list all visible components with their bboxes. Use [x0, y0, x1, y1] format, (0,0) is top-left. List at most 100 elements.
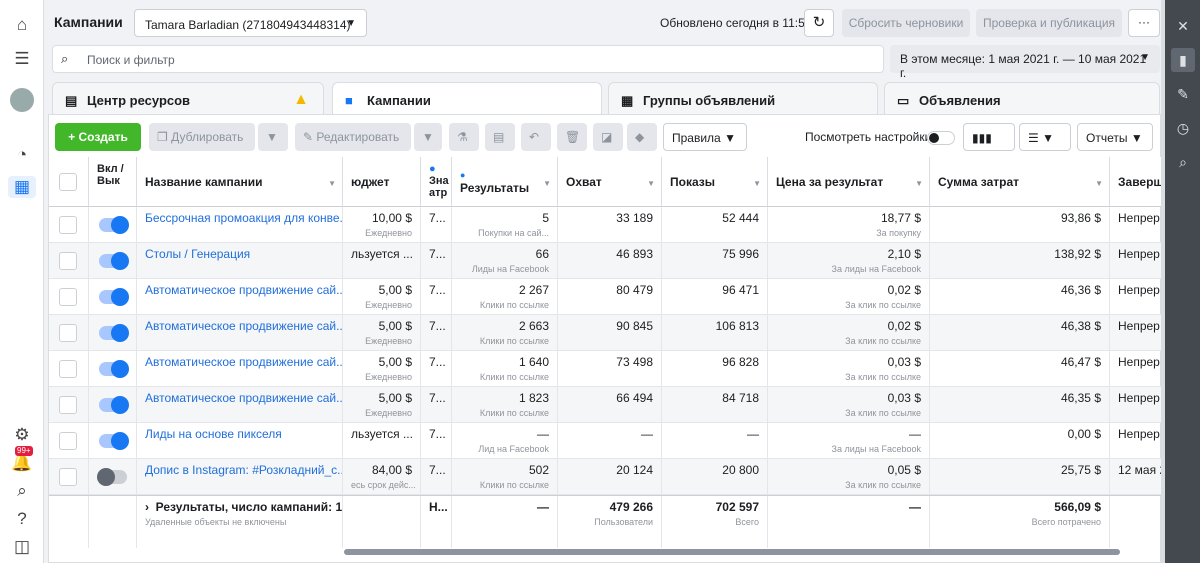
tab-ad-sets[interactable]: ▦ Группы объявлений — [608, 82, 878, 118]
create-button[interactable]: + Создать — [55, 123, 141, 151]
row-checkbox[interactable] — [59, 396, 77, 414]
tab-ads[interactable]: ▭ Объявления — [884, 82, 1160, 118]
avatar[interactable] — [10, 88, 34, 112]
menu-icon[interactable]: ☰ — [11, 48, 33, 70]
horizontal-scrollbar[interactable] — [344, 549, 1120, 555]
table-row[interactable]: Допис в Instagram: #Розкладний_с... 84,00… — [49, 459, 1162, 495]
campaign-toggle[interactable] — [99, 432, 129, 450]
toolbar: + Создать ❐ Дублировать ▼ ✎ Редактироват… — [49, 115, 1162, 173]
table-row[interactable]: Бессрочная промоакция для конве... 10,00 … — [49, 207, 1162, 243]
cell-name-value[interactable]: Допис в Instagram: #Розкладний_с... — [145, 463, 342, 477]
row-toggle-cell — [89, 243, 137, 279]
search-bar[interactable]: ⌕ Поиск и фильтр — [52, 45, 884, 73]
header-reach[interactable]: Охват ▼ — [558, 157, 662, 207]
campaign-toggle[interactable] — [99, 360, 129, 378]
cell-name-value[interactable]: Столы / Генерация — [145, 247, 250, 261]
close-icon[interactable]: ✕ — [1171, 14, 1195, 38]
grid-icon: ▦ — [621, 93, 634, 108]
zoom-icon[interactable]: ⌕ — [1171, 150, 1195, 174]
campaign-toggle[interactable] — [99, 216, 129, 234]
duplicate-button[interactable]: ❐ Дублировать — [149, 123, 255, 151]
cell-cpr-value: 0,03 $ — [887, 391, 921, 405]
header-attribution[interactable]: ● Зна атр — [421, 157, 452, 207]
select-all-checkbox[interactable] — [59, 173, 77, 191]
notifications-icon[interactable]: 🔔 99+ — [11, 446, 33, 474]
help-icon[interactable]: ? — [11, 508, 33, 530]
cell-name-value[interactable]: Автоматическое продвижение сай... — [145, 319, 342, 333]
test-button[interactable]: ⚗ — [449, 123, 479, 151]
cell-name-value[interactable]: Автоматическое продвижение сай... — [145, 283, 342, 297]
summary-impressions: 702 597 Всего — [662, 496, 768, 548]
campaign-toggle[interactable] — [99, 252, 129, 270]
columns-button[interactable]: ▮▮▮ ▼ — [963, 123, 1015, 173]
row-checkbox[interactable] — [59, 252, 77, 270]
cell-results: 5 Покупки на сай... — [452, 207, 558, 243]
table-row[interactable]: Столы / Генерация льзуется ... 7... 66 Лиды … — [49, 243, 1162, 279]
undo-button[interactable]: ↶ — [521, 123, 551, 151]
table-row[interactable]: Лиды на основе пикселя льзуется ... 7... — Л… — [49, 423, 1162, 459]
table-row[interactable]: Автоматическое продвижение сай... 5,00 $ Е… — [49, 351, 1162, 387]
home-icon[interactable]: ⌂ — [11, 14, 33, 36]
row-checkbox[interactable] — [59, 324, 77, 342]
tab-campaigns[interactable]: ■ Кампании — [332, 82, 602, 118]
date-range-picker[interactable]: В этом месяце: 1 мая 2021 г. — 10 мая 20… — [890, 45, 1160, 80]
header-onoff[interactable]: Вкл / Вык — [89, 157, 137, 207]
header-impressions[interactable]: Показы ▼ — [662, 157, 768, 207]
header-end[interactable]: Заверш — [1110, 157, 1163, 207]
header-budget[interactable]: юджет — [343, 157, 421, 207]
refresh-button[interactable]: ↻ — [804, 9, 834, 37]
duplicate-menu-button[interactable]: ▼ — [258, 123, 288, 151]
more-button[interactable]: ··· — [1128, 9, 1160, 37]
delete-button[interactable]: 🗑 — [557, 123, 587, 151]
preview-button[interactable]: ◪ — [593, 123, 623, 151]
account-selector[interactable]: Tamara Barladian (271804943448314) ▼ — [134, 9, 367, 37]
discard-drafts-button[interactable]: Сбросить черновики — [842, 9, 970, 37]
campaign-toggle[interactable] — [99, 396, 129, 414]
rules-button[interactable]: Правила ▼ — [663, 123, 747, 151]
campaign-toggle[interactable] — [99, 324, 129, 342]
clipboard-button[interactable]: ▤ — [485, 123, 515, 151]
edit-button[interactable]: ✎ Редактировать — [295, 123, 411, 151]
pencil-icon: ✎ — [303, 130, 317, 144]
pencil-icon[interactable]: ✎ — [1171, 82, 1195, 106]
row-checkbox[interactable] — [59, 360, 77, 378]
campaign-toggle[interactable] — [99, 288, 129, 306]
tab-resource-center[interactable]: ▤ Центр ресурсов ▲ — [52, 82, 324, 118]
tab-label: Объявления — [919, 93, 1001, 108]
cell-cpr-value: 18,77 $ — [880, 211, 921, 225]
settings-icon[interactable]: ⚙ — [11, 424, 33, 446]
summary-label[interactable]: › Результаты, число кампаний: 15 Удаленны… — [137, 496, 343, 548]
table-row[interactable]: Автоматическое продвижение сай... 5,00 $ Е… — [49, 279, 1162, 315]
tag-button[interactable]: ◆ — [627, 123, 657, 151]
date-range-label: В этом месяце: 1 мая 2021 г. — 10 мая 20… — [900, 52, 1147, 80]
dashboard-icon[interactable]: ◔ — [11, 144, 33, 166]
header-cost-per-result[interactable]: Цена за результат ▼ — [768, 157, 930, 207]
table-row[interactable]: Автоматическое продвижение сай... 5,00 $ Е… — [49, 315, 1162, 351]
cell-name-value[interactable]: Автоматическое продвижение сай... — [145, 355, 342, 369]
row-checkbox[interactable] — [59, 288, 77, 306]
chart-icon[interactable]: ▮ — [1171, 48, 1195, 72]
panel-icon[interactable]: ◫ — [11, 536, 33, 558]
header-name[interactable]: Название кампании ▼ — [137, 157, 343, 207]
cell-name-value[interactable]: Бессрочная промоакция для конве... — [145, 211, 342, 225]
review-publish-button[interactable]: Проверка и публикация — [976, 9, 1122, 37]
cell-name-value[interactable]: Лиды на основе пикселя — [145, 427, 282, 441]
table-icon[interactable]: ▦ — [8, 176, 36, 198]
clock-icon[interactable]: ◷ — [1171, 116, 1195, 140]
campaign-toggle[interactable] — [97, 468, 127, 486]
cell-name-value[interactable]: Автоматическое продвижение сай... — [145, 391, 342, 405]
row-checkbox[interactable] — [59, 216, 77, 234]
cell-impr: 84 718 — [662, 387, 768, 423]
header-amount-spent[interactable]: Сумма затрат ▼ — [930, 157, 1110, 207]
search-icon[interactable]: ⌕ — [11, 480, 33, 502]
table-row[interactable]: Автоматическое продвижение сай... 5,00 $ Е… — [49, 387, 1162, 423]
header-results[interactable]: ● Результаты ▼ — [452, 157, 558, 207]
view-settings-toggle[interactable] — [927, 131, 955, 145]
row-checkbox[interactable] — [59, 468, 77, 486]
breakdown-button[interactable]: ☰ ▼ — [1019, 123, 1071, 151]
reports-button[interactable]: Отчеты ▼ — [1077, 123, 1153, 151]
cell-impr: 20 800 — [662, 459, 768, 495]
summary-results: — — [452, 496, 558, 548]
row-checkbox[interactable] — [59, 432, 77, 450]
edit-menu-button[interactable]: ▼ — [414, 123, 442, 151]
